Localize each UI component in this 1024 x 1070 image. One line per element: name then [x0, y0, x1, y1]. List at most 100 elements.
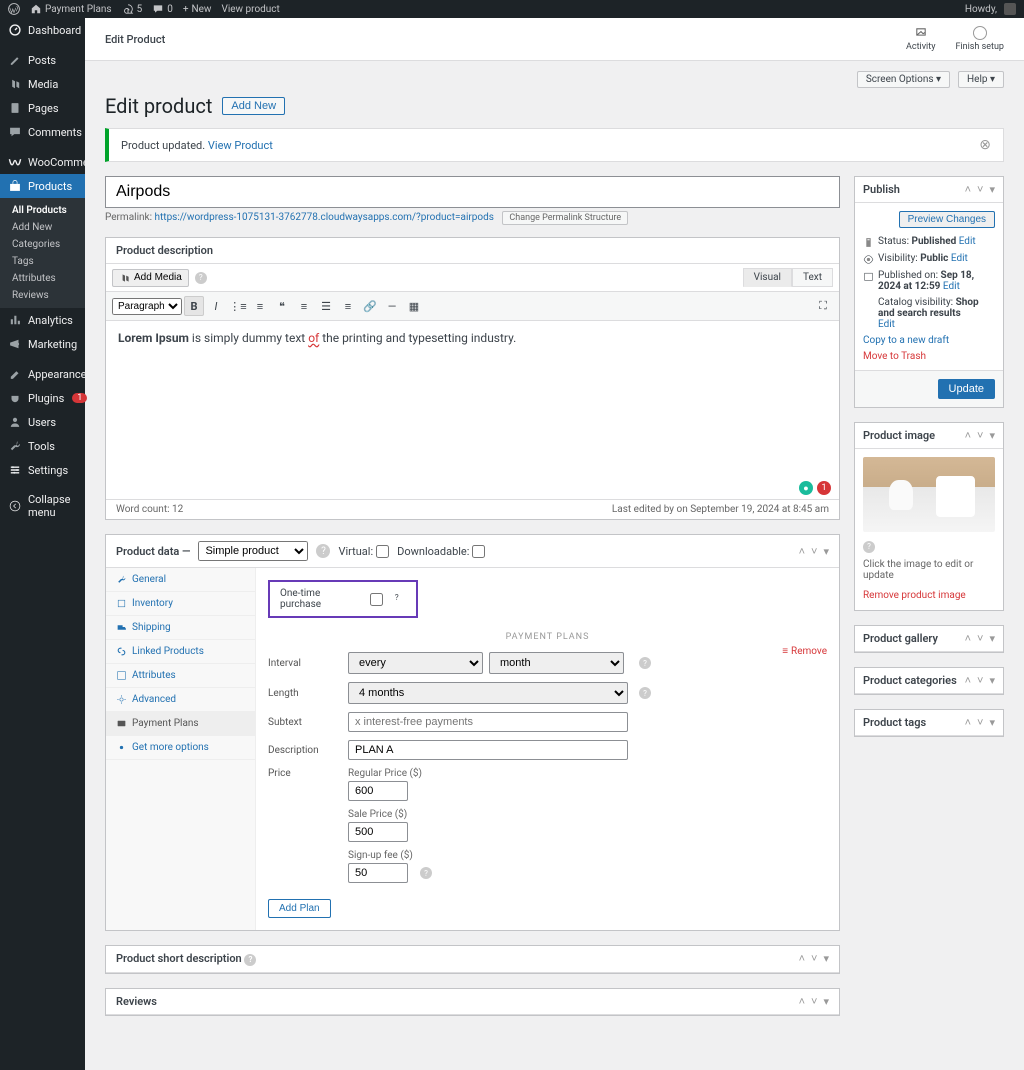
move-up-icon[interactable]: ˄	[965, 183, 971, 196]
menu-posts[interactable]: Posts	[0, 48, 85, 72]
quote-icon[interactable]: ❝	[272, 296, 292, 316]
add-plan-button[interactable]: Add Plan	[268, 899, 331, 918]
product-title-input[interactable]	[105, 176, 840, 208]
toggle-icon[interactable]: ▾	[989, 716, 995, 729]
interval-unit-select[interactable]: month	[489, 652, 624, 674]
tab-payment-plans[interactable]: Payment Plans	[106, 712, 255, 736]
menu-pages[interactable]: Pages	[0, 96, 85, 120]
toggle-icon[interactable]: ▾	[823, 545, 829, 558]
toggle-icon[interactable]: ▾	[989, 183, 995, 196]
move-up-icon[interactable]: ˄	[965, 632, 971, 645]
downloadable-checkbox-label[interactable]: Downloadable:	[397, 545, 485, 558]
menu-analytics[interactable]: Analytics	[0, 308, 85, 332]
downloadable-checkbox[interactable]	[472, 545, 485, 558]
plan-description-input[interactable]	[348, 740, 628, 760]
submenu-reviews[interactable]: Reviews	[0, 287, 85, 304]
view-product-link[interactable]: View product	[221, 4, 279, 15]
toggle-icon[interactable]: ▾	[823, 995, 829, 1008]
menu-users[interactable]: Users	[0, 410, 85, 434]
move-to-trash-link[interactable]: Move to Trash	[863, 351, 926, 362]
bullet-list-icon[interactable]: ⋮≡	[228, 296, 248, 316]
move-down-icon[interactable]: ˅	[977, 183, 983, 196]
help-icon[interactable]: ?	[639, 687, 651, 699]
move-up-icon[interactable]: ˄	[799, 545, 805, 558]
subtext-input[interactable]	[348, 712, 628, 732]
move-up-icon[interactable]: ˄	[965, 674, 971, 687]
site-home[interactable]: Payment Plans	[30, 3, 112, 15]
sale-price-input[interactable]	[348, 822, 408, 842]
copy-draft-link[interactable]: Copy to a new draft	[863, 335, 949, 346]
align-right-icon[interactable]: ≡	[338, 296, 358, 316]
activity-button[interactable]: Activity	[906, 26, 935, 52]
signup-fee-input[interactable]	[348, 863, 408, 883]
menu-collapse[interactable]: Collapse menu	[0, 488, 85, 524]
paragraph-select[interactable]: Paragraph	[112, 298, 182, 315]
menu-appearance[interactable]: Appearance	[0, 362, 85, 386]
virtual-checkbox[interactable]	[376, 545, 389, 558]
permalink-url[interactable]: https://wordpress-1075131-3762778.cloudw…	[155, 212, 494, 223]
toggle-icon[interactable]: ▾	[989, 632, 995, 645]
tab-linked[interactable]: Linked Products	[106, 640, 255, 664]
edit-status-link[interactable]: Edit	[959, 236, 976, 247]
menu-settings[interactable]: Settings	[0, 458, 85, 482]
tab-general[interactable]: General	[106, 568, 255, 592]
help-icon[interactable]: ?	[420, 867, 432, 879]
help-icon[interactable]: ?	[316, 544, 330, 558]
menu-comments[interactable]: Comments	[0, 120, 85, 144]
add-media-button[interactable]: Add Media	[112, 269, 189, 287]
menu-media[interactable]: Media	[0, 72, 85, 96]
tab-attributes[interactable]: Attributes	[106, 664, 255, 688]
text-tab[interactable]: Text	[792, 268, 833, 287]
edit-visibility-link[interactable]: Edit	[951, 253, 968, 264]
wp-logo[interactable]	[8, 3, 20, 15]
tab-get-more[interactable]: Get more options	[106, 736, 255, 760]
yoast-icon[interactable]: ●	[799, 481, 813, 495]
finish-setup-button[interactable]: Finish setup	[955, 26, 1004, 52]
help-button[interactable]: Help ▾	[958, 71, 1004, 88]
move-up-icon[interactable]: ˄	[799, 952, 805, 965]
align-center-icon[interactable]: ☰	[316, 296, 336, 316]
add-new-button[interactable]: Add New	[222, 97, 285, 115]
fullscreen-icon[interactable]: ⛶	[813, 296, 833, 316]
help-icon[interactable]: ?	[639, 657, 651, 669]
update-button[interactable]: Update	[938, 379, 995, 399]
toggle-icon[interactable]: ▾	[989, 429, 995, 442]
move-up-icon[interactable]: ˄	[965, 716, 971, 729]
tab-advanced[interactable]: Advanced	[106, 688, 255, 712]
help-icon[interactable]: ?	[395, 593, 406, 605]
help-icon[interactable]: ?	[195, 272, 207, 284]
product-type-select[interactable]: Simple product	[198, 541, 308, 561]
editor-content[interactable]: Lorem Ipsum is simply dummy text of the …	[106, 321, 839, 481]
new-content[interactable]: + New	[183, 4, 212, 15]
number-list-icon[interactable]: ≡	[250, 296, 270, 316]
screen-options-button[interactable]: Screen Options ▾	[857, 71, 950, 88]
remove-image-link[interactable]: Remove product image	[863, 590, 966, 601]
submenu-attributes[interactable]: Attributes	[0, 270, 85, 287]
move-down-icon[interactable]: ˅	[977, 429, 983, 442]
interval-every-select[interactable]: every	[348, 652, 483, 674]
menu-tools[interactable]: Tools	[0, 434, 85, 458]
help-icon[interactable]: ?	[244, 954, 256, 966]
virtual-checkbox-label[interactable]: Virtual:	[338, 545, 389, 558]
menu-products[interactable]: Products	[0, 174, 85, 198]
length-select[interactable]: 4 months	[348, 682, 628, 704]
menu-dashboard[interactable]: Dashboard	[0, 18, 85, 42]
move-up-icon[interactable]: ˄	[799, 995, 805, 1008]
howdy-user[interactable]: Howdy,	[965, 3, 1016, 15]
view-product-link[interactable]: View Product	[208, 139, 273, 152]
toggle-icon[interactable]: ▾	[989, 674, 995, 687]
remove-plan-button[interactable]: ≡ Remove	[782, 646, 827, 657]
move-down-icon[interactable]: ˅	[977, 632, 983, 645]
toggle-icon[interactable]: ▾	[823, 952, 829, 965]
align-left-icon[interactable]: ≡	[294, 296, 314, 316]
bold-icon[interactable]: B	[184, 296, 204, 316]
submenu-all-products[interactable]: All Products	[0, 202, 85, 219]
submenu-tags[interactable]: Tags	[0, 253, 85, 270]
preview-changes-button[interactable]: Preview Changes	[899, 211, 995, 228]
comments-count[interactable]: 0	[152, 3, 173, 15]
menu-marketing[interactable]: Marketing	[0, 332, 85, 356]
edit-catalog-link[interactable]: Edit	[878, 319, 895, 330]
move-down-icon[interactable]: ˅	[811, 545, 817, 558]
move-down-icon[interactable]: ˅	[811, 952, 817, 965]
tab-shipping[interactable]: Shipping	[106, 616, 255, 640]
